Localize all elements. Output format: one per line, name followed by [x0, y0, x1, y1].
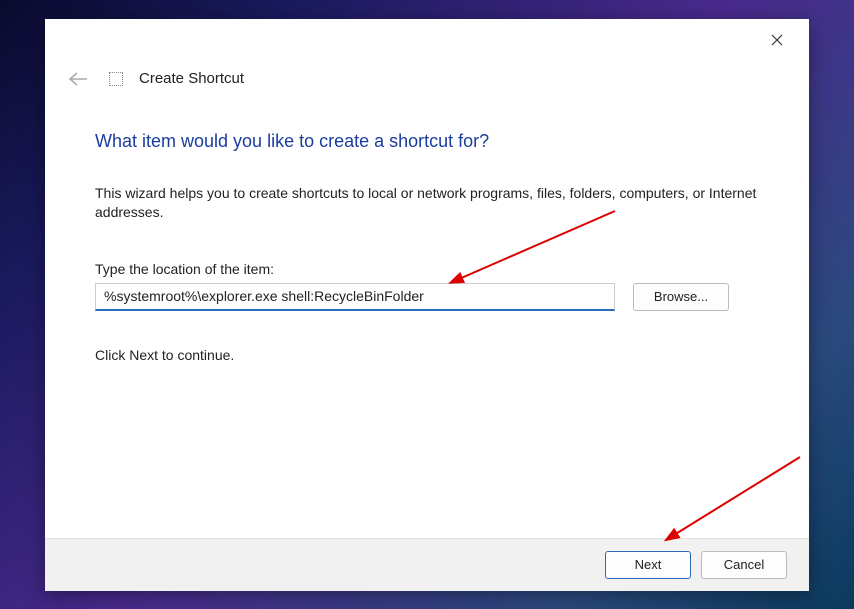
input-row: Browse...: [95, 283, 759, 311]
cancel-button[interactable]: Cancel: [701, 551, 787, 579]
shortcut-icon: [109, 72, 123, 86]
back-button[interactable]: [63, 67, 93, 91]
description-text: This wizard helps you to create shortcut…: [95, 184, 759, 223]
location-label: Type the location of the item:: [95, 261, 759, 277]
back-arrow-icon: [67, 71, 89, 87]
next-button[interactable]: Next: [605, 551, 691, 579]
titlebar: [45, 19, 809, 63]
continue-text: Click Next to continue.: [95, 347, 759, 363]
close-icon: [771, 34, 783, 46]
browse-button[interactable]: Browse...: [633, 283, 729, 311]
dialog-footer: Next Cancel: [45, 538, 809, 591]
dialog-title: Create Shortcut: [139, 70, 244, 87]
location-input[interactable]: [95, 283, 615, 311]
close-button[interactable]: [757, 27, 797, 57]
main-heading: What item would you like to create a sho…: [95, 131, 759, 152]
header-row: Create Shortcut: [45, 63, 809, 99]
create-shortcut-dialog: Create Shortcut What item would you like…: [45, 19, 809, 591]
content-area: What item would you like to create a sho…: [45, 99, 809, 538]
